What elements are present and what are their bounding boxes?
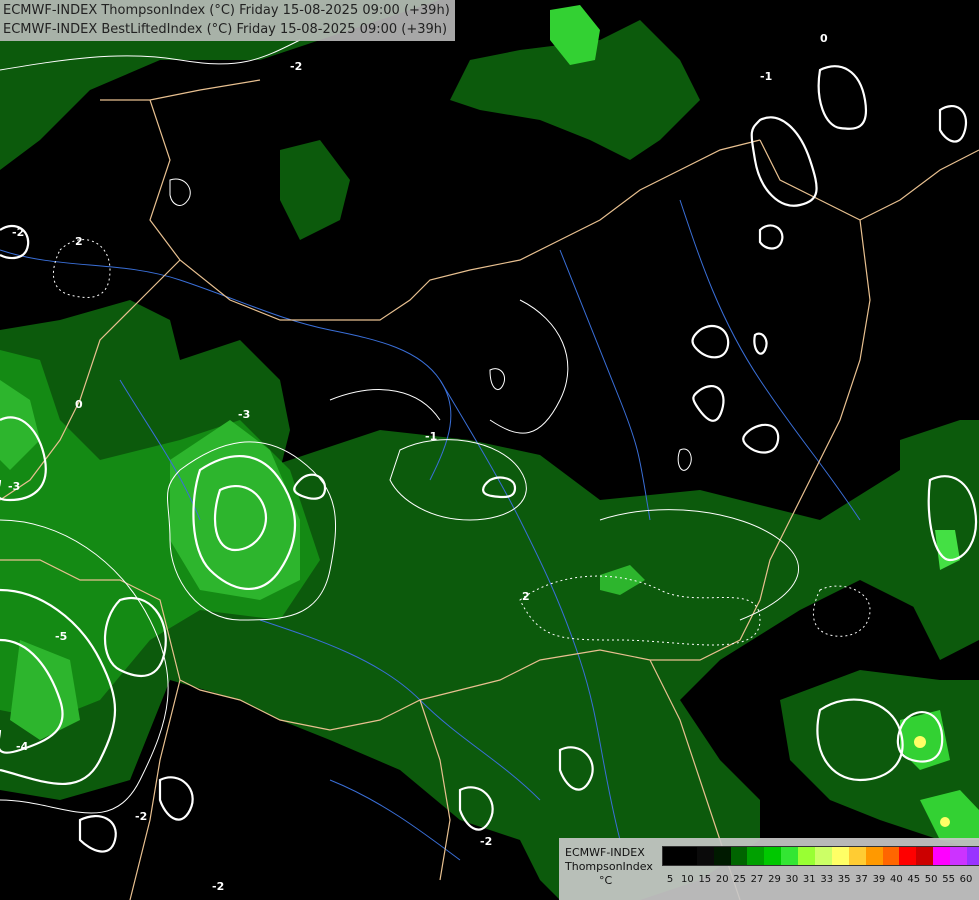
legend-tick: 50 <box>924 874 938 885</box>
legend-swatch <box>730 847 748 865</box>
legend-tick: 40 <box>889 874 903 885</box>
legend-tick: 5 <box>666 874 674 885</box>
contour-label: -3 <box>8 480 20 493</box>
legend-swatch <box>798 847 816 865</box>
legend-swatch <box>967 847 979 865</box>
color-legend: ECMWF-INDEX ThompsonIndex °C 5 10 15 20 25 27… <box>559 838 979 900</box>
contour-label: -1 <box>760 70 772 83</box>
legend-tick: 30 <box>785 874 799 885</box>
legend-swatch <box>764 847 782 865</box>
legend-swatch <box>831 847 849 865</box>
legend-tick: 27 <box>750 874 764 885</box>
contour-label: 2 <box>75 235 83 248</box>
legend-swatch <box>747 847 765 865</box>
legend-swatch <box>950 847 968 865</box>
legend-swatch <box>781 847 799 865</box>
legend-swatch <box>679 847 697 865</box>
legend-swatch <box>848 847 866 865</box>
title-line-thompson: ECMWF-INDEX ThompsonIndex (°C) Friday 15… <box>3 3 450 18</box>
legend-tick: 45 <box>907 874 921 885</box>
legend-swatch <box>899 847 917 865</box>
legend-swatches <box>662 846 979 866</box>
legend-tick: 25 <box>733 874 747 885</box>
legend-swatch <box>713 847 731 865</box>
contour-label: -2 <box>290 60 302 73</box>
legend-tick: 55 <box>942 874 955 885</box>
legend-tick: 39 <box>872 874 886 885</box>
legend-swatch <box>916 847 934 865</box>
contour-label: -5 <box>55 630 67 643</box>
legend-swatch <box>663 847 680 865</box>
weather-map: -2 0 -1 2 -2 -3 -5 -4 -3 -2 -1 2 -2 -2 0 <box>0 0 979 900</box>
legend-parameter: ThompsonIndex <box>565 860 653 873</box>
legend-swatch <box>815 847 832 865</box>
legend-tick: 15 <box>698 874 712 885</box>
contour-label: -3 <box>238 408 250 421</box>
legend-tick: 10 <box>681 874 694 885</box>
contour-label: -4 <box>16 740 29 753</box>
contour-label: -2 <box>212 880 224 893</box>
legend-swatch <box>865 847 883 865</box>
legend-tick: 20 <box>715 874 729 885</box>
map-title: ECMWF-INDEX ThompsonIndex (°C) Friday 15… <box>0 0 455 41</box>
legend-tick: 35 <box>837 874 851 885</box>
legend-model: ECMWF-INDEX <box>565 846 645 859</box>
contour-label: -1 <box>425 430 437 443</box>
contour-label: -2 <box>480 835 492 848</box>
legend-tick: 33 <box>820 874 834 885</box>
legend-tick: 37 <box>855 874 868 885</box>
legend-tick: 29 <box>768 874 781 885</box>
contour-label: -2 <box>12 226 24 239</box>
shade-yellow-spot <box>914 736 926 748</box>
contour-label: 2 <box>522 590 530 603</box>
title-line-lifted: ECMWF-INDEX BestLiftedIndex (°C) Friday … <box>3 22 448 37</box>
legend-swatch <box>933 847 951 865</box>
contour-label: -2 <box>135 810 147 823</box>
legend-ticks: 5 10 15 20 25 27 29 30 31 33 35 37 39 40 45 50 55 60 <box>662 874 973 888</box>
legend-tick: 31 <box>802 874 816 885</box>
contour-label: 0 <box>820 32 828 45</box>
legend-tick: 60 <box>959 874 973 885</box>
legend-swatch <box>696 847 714 865</box>
contour-label: 0 <box>75 398 83 411</box>
legend-unit: °C <box>599 874 613 887</box>
legend-swatch <box>882 847 900 865</box>
shade-yellow-spot2 <box>940 817 950 827</box>
